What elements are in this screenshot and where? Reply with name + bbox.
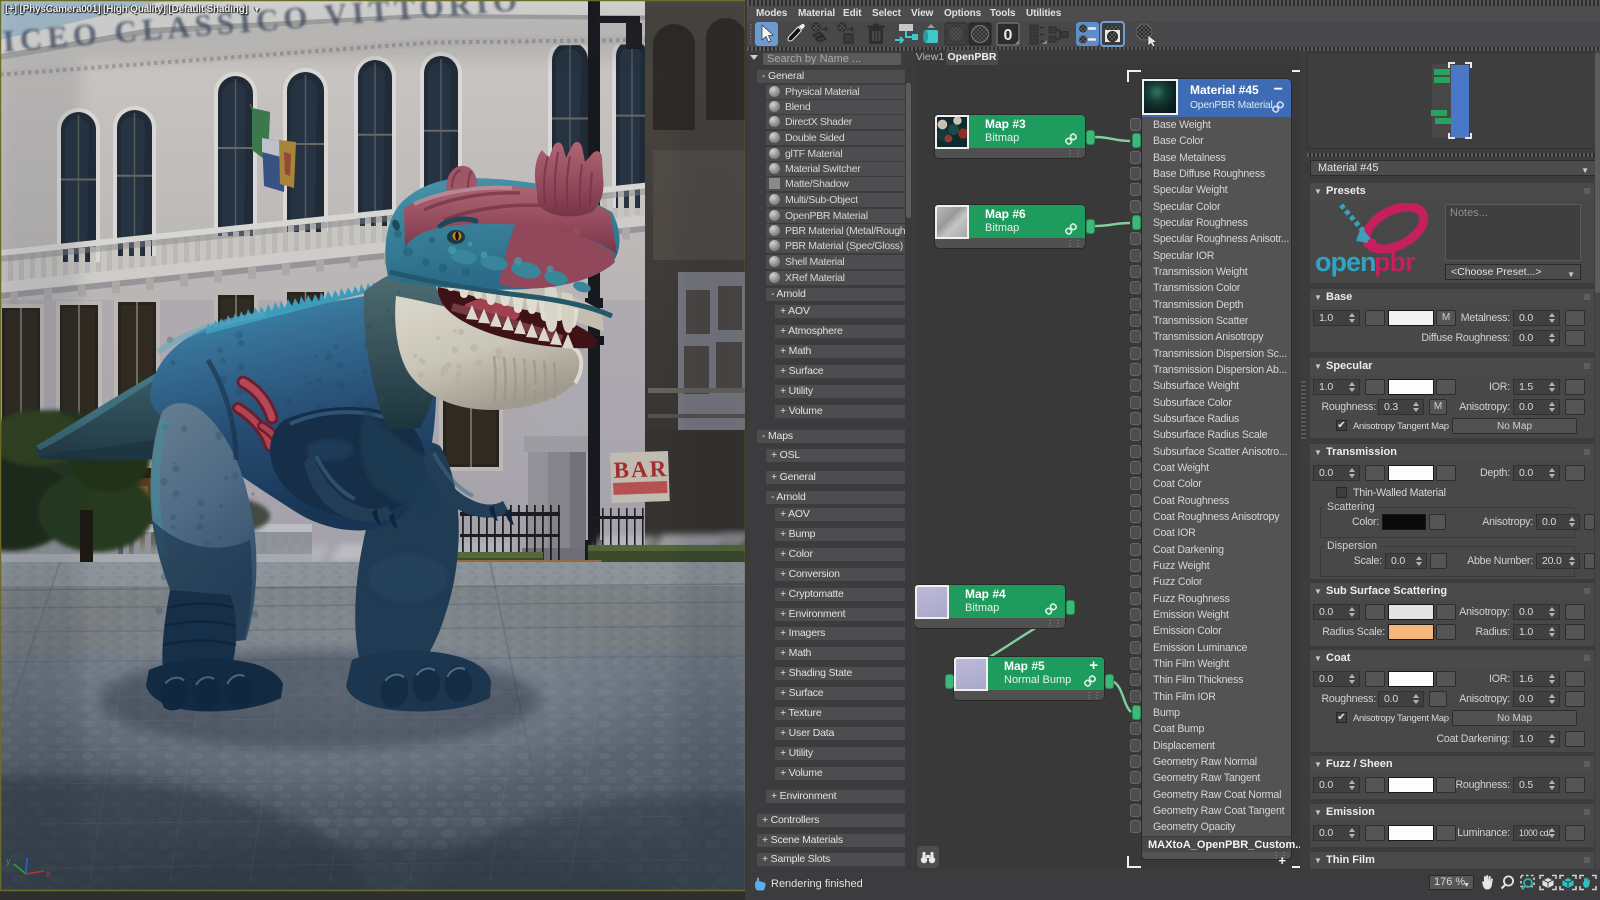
svg-text:open: open — [1315, 247, 1376, 277]
svg-text:0: 0 — [1004, 27, 1013, 44]
svg-text:pbr: pbr — [1374, 247, 1416, 277]
svg-text:y: y — [6, 856, 11, 866]
svg-text:x: x — [46, 869, 51, 879]
